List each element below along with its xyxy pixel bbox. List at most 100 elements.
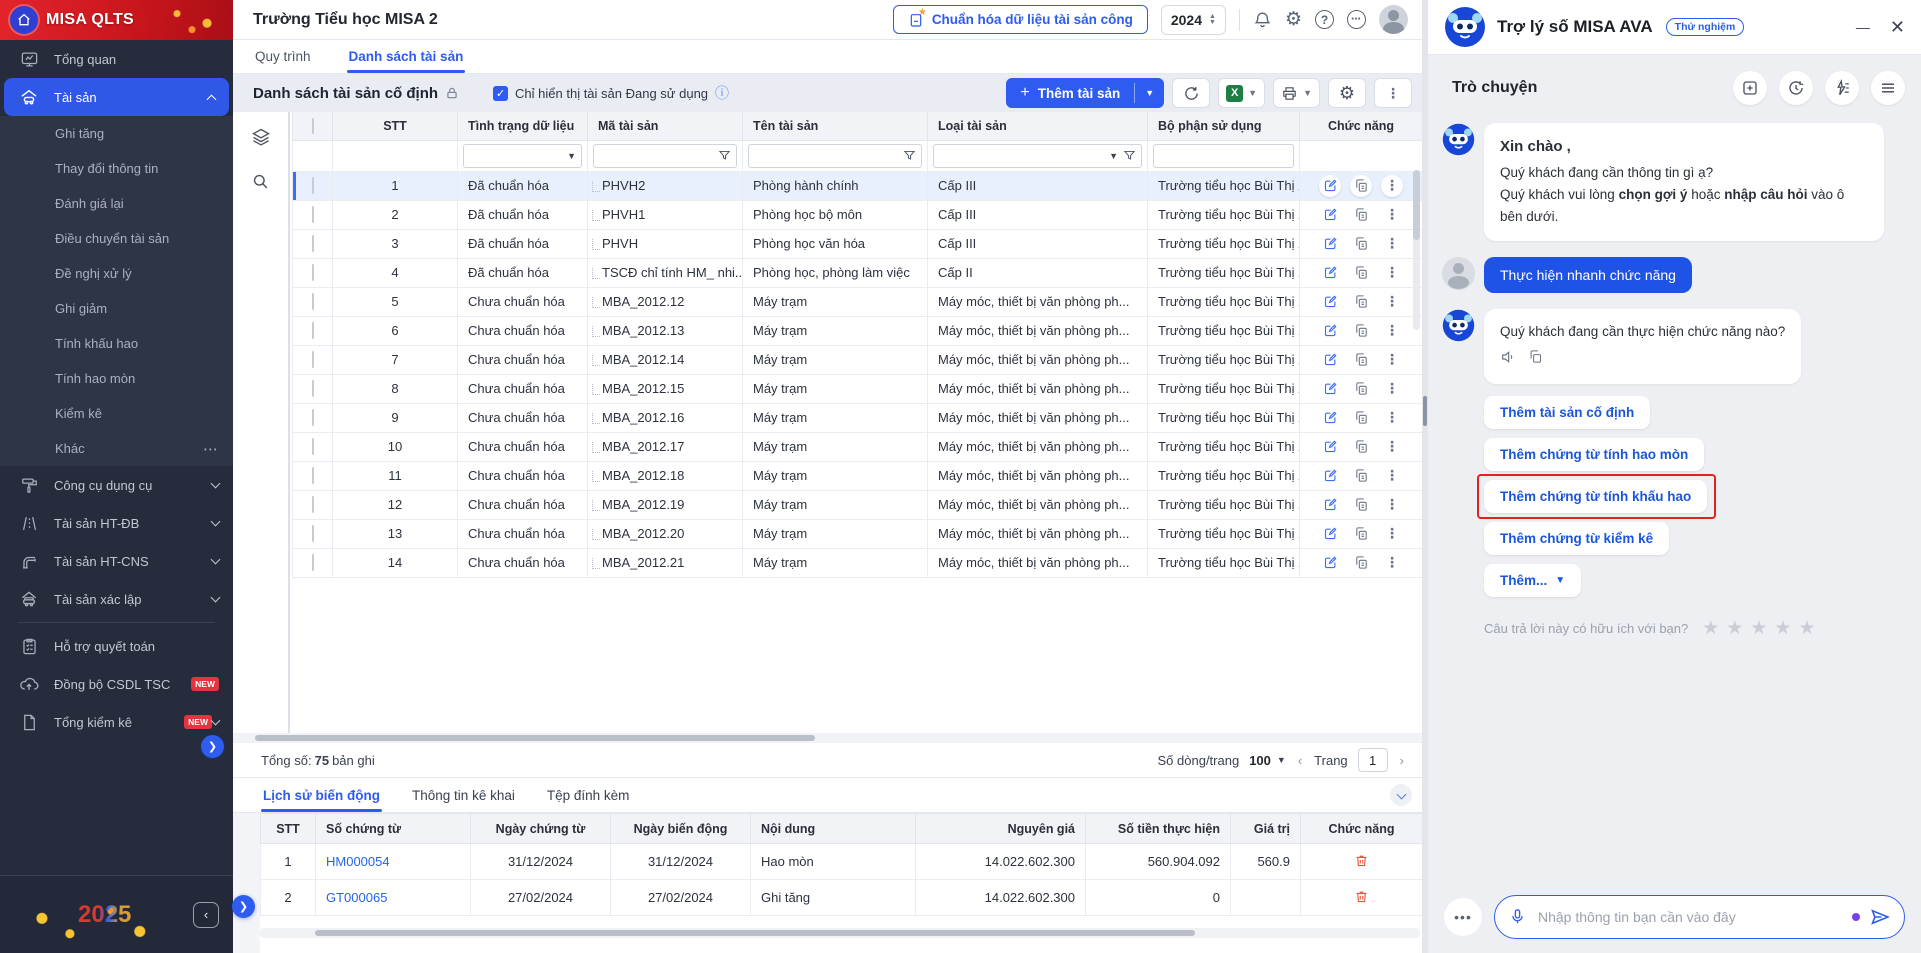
row-checkbox[interactable] — [312, 525, 314, 542]
fiscal-year-selector[interactable]: 2024 ▲▼ — [1161, 5, 1226, 35]
close-button[interactable]: ✕ — [1890, 18, 1905, 36]
scrollbar-thumb[interactable] — [255, 735, 815, 741]
detail-horizontal-scrollbar[interactable] — [260, 928, 1420, 938]
sidebar-item[interactable]: Tính khấu hao — [0, 326, 233, 361]
sidebar-item[interactable]: Đánh giá lại — [0, 186, 233, 221]
refresh-button[interactable] — [1172, 78, 1210, 108]
duplicate-icon[interactable] — [1350, 494, 1372, 516]
delete-icon[interactable] — [1354, 889, 1369, 904]
sidebar-item[interactable]: Kiểm kê — [0, 396, 233, 431]
sidebar-item[interactable]: Điều chuyển tài sản — [0, 221, 233, 256]
duplicate-icon[interactable] — [1350, 436, 1372, 458]
row-checkbox[interactable] — [312, 206, 314, 223]
export-excel-button[interactable]: X▼ — [1218, 78, 1265, 108]
sidebar-item[interactable]: Tổng kiểm kêNEW — [0, 703, 233, 741]
settings-gear-icon[interactable]: ⚙ — [1285, 8, 1302, 31]
minimize-button[interactable]: — — [1856, 20, 1870, 34]
sidebar-item[interactable]: Ghi tăng — [0, 116, 233, 151]
row-checkbox[interactable] — [312, 235, 314, 252]
suggestion-chip[interactable]: Thêm chứng từ kiểm kê — [1484, 522, 1669, 555]
vertical-scrollbar[interactable] — [1413, 170, 1420, 330]
row-more-icon[interactable]: ⋮ — [1381, 552, 1403, 574]
more-options-icon[interactable]: ⋯ — [1347, 10, 1366, 29]
name-filter-input[interactable] — [748, 144, 922, 168]
user-avatar[interactable] — [1379, 5, 1408, 34]
new-chat-button[interactable] — [1733, 71, 1767, 105]
page-number-input[interactable]: 1 — [1358, 748, 1388, 772]
row-checkbox[interactable] — [312, 351, 314, 368]
scrollbar-thumb[interactable] — [315, 930, 1195, 936]
edit-icon[interactable] — [1319, 407, 1341, 429]
edit-icon[interactable] — [1319, 436, 1341, 458]
send-icon[interactable] — [1870, 907, 1890, 927]
help-icon[interactable]: ? — [1315, 10, 1334, 29]
asset-row[interactable]: 1Đã chuẩn hóaPHVH2Phòng hành chínhCấp II… — [293, 171, 1423, 200]
horizontal-scrollbar[interactable] — [233, 733, 1422, 743]
notification-bell-icon[interactable] — [1253, 10, 1272, 29]
table-settings-button[interactable]: ⚙ — [1328, 78, 1366, 108]
row-more-icon[interactable]: ⋮ — [1381, 465, 1403, 487]
edit-icon[interactable] — [1319, 523, 1341, 545]
chat-history-button[interactable] — [1779, 71, 1813, 105]
row-more-icon[interactable]: ⋮ — [1381, 262, 1403, 284]
tab[interactable]: Danh sách tài sản — [347, 42, 466, 73]
document-link[interactable]: GT000065 — [326, 890, 387, 905]
row-checkbox[interactable] — [312, 409, 314, 426]
add-asset-dropdown[interactable]: ▼ — [1135, 78, 1164, 108]
in-use-checkbox[interactable]: ✓ — [493, 86, 508, 101]
star-icon[interactable]: ★ — [1702, 617, 1719, 640]
row-more-icon[interactable]: ⋮ — [1381, 204, 1403, 226]
suggestion-chip[interactable]: Thêm...▼ — [1484, 564, 1581, 597]
type-filter-select[interactable]: ▼ — [933, 144, 1142, 168]
asset-row[interactable]: 11Chưa chuẩn hóaMBA_2012.18Máy trạmMáy m… — [293, 461, 1423, 490]
duplicate-icon[interactable] — [1350, 233, 1372, 255]
detail-tab[interactable]: Lịch sử biến động — [261, 780, 382, 812]
history-row[interactable]: 1HM00005431/12/202431/12/2024Hao mòn14.0… — [261, 844, 1423, 880]
sidebar-item[interactable]: Tổng quan — [0, 40, 233, 78]
row-checkbox[interactable] — [312, 554, 314, 571]
duplicate-icon[interactable] — [1350, 349, 1372, 371]
asset-row[interactable]: 10Chưa chuẩn hóaMBA_2012.17Máy trạmMáy m… — [293, 432, 1423, 461]
chat-input[interactable] — [1536, 908, 1842, 926]
normalize-data-button[interactable]: ★ Chuẩn hóa dữ liệu tài sản công — [893, 5, 1148, 34]
asset-row[interactable]: 13Chưa chuẩn hóaMBA_2012.20Máy trạmMáy m… — [293, 519, 1423, 548]
add-asset-button[interactable]: +Thêm tài sản ▼ — [1006, 78, 1164, 108]
tab[interactable]: Quy trình — [253, 42, 313, 73]
asset-row[interactable]: 9Chưa chuẩn hóaMBA_2012.16Máy trạmMáy mó… — [293, 403, 1423, 432]
row-more-icon[interactable]: ⋮ — [1381, 233, 1403, 255]
sidebar-item[interactable]: Khác⋯ — [0, 431, 233, 466]
suggestion-chip[interactable]: Thêm tài sản cố định — [1484, 396, 1650, 429]
row-more-icon[interactable]: ⋮ — [1381, 523, 1403, 545]
print-button[interactable]: ▼ — [1273, 78, 1320, 108]
duplicate-icon[interactable] — [1350, 407, 1372, 429]
edit-icon[interactable] — [1319, 320, 1341, 342]
sidebar-item[interactable]: Tính hao mòn — [0, 361, 233, 396]
sidebar-item[interactable]: Thay đổi thông tin — [0, 151, 233, 186]
row-more-icon[interactable]: ⋮ — [1381, 175, 1403, 197]
sidebar-collapse-button[interactable]: ‹ — [193, 902, 219, 928]
sidebar-item[interactable]: Tài sản HT-CNS — [0, 542, 233, 580]
suggestion-chip-highlighted[interactable]: Thêm chứng từ tính khấu hao — [1484, 480, 1707, 513]
edit-icon[interactable] — [1319, 465, 1341, 487]
edit-icon[interactable] — [1319, 552, 1341, 574]
quick-actions-button[interactable] — [1825, 71, 1859, 105]
sidebar-item[interactable]: Hỗ trợ quyết toán — [0, 627, 233, 665]
duplicate-icon[interactable] — [1350, 523, 1372, 545]
sidebar-item[interactable]: Tài sản HT-ĐB — [0, 504, 233, 542]
next-page-button[interactable]: › — [1398, 753, 1406, 768]
asset-row[interactable]: 12Chưa chuẩn hóaMBA_2012.19Máy trạmMáy m… — [293, 490, 1423, 519]
more-actions-button[interactable]: ⋮ — [1374, 78, 1412, 108]
row-checkbox[interactable] — [312, 322, 314, 339]
status-filter-select[interactable]: ▼ — [463, 144, 582, 168]
sidebar-item[interactable]: Đề nghị xử lý — [0, 256, 233, 291]
row-checkbox[interactable] — [312, 293, 314, 310]
copy-icon[interactable] — [1528, 349, 1543, 372]
edit-icon[interactable] — [1319, 349, 1341, 371]
star-icon[interactable]: ★ — [1726, 617, 1743, 640]
duplicate-icon[interactable] — [1350, 291, 1372, 313]
suggestion-chip[interactable]: Thêm chứng từ tính hao mòn — [1484, 438, 1704, 471]
row-more-icon[interactable]: ⋮ — [1381, 494, 1403, 516]
prev-page-button[interactable]: ‹ — [1296, 753, 1304, 768]
edit-icon[interactable] — [1319, 204, 1341, 226]
microphone-icon[interactable] — [1509, 908, 1526, 925]
